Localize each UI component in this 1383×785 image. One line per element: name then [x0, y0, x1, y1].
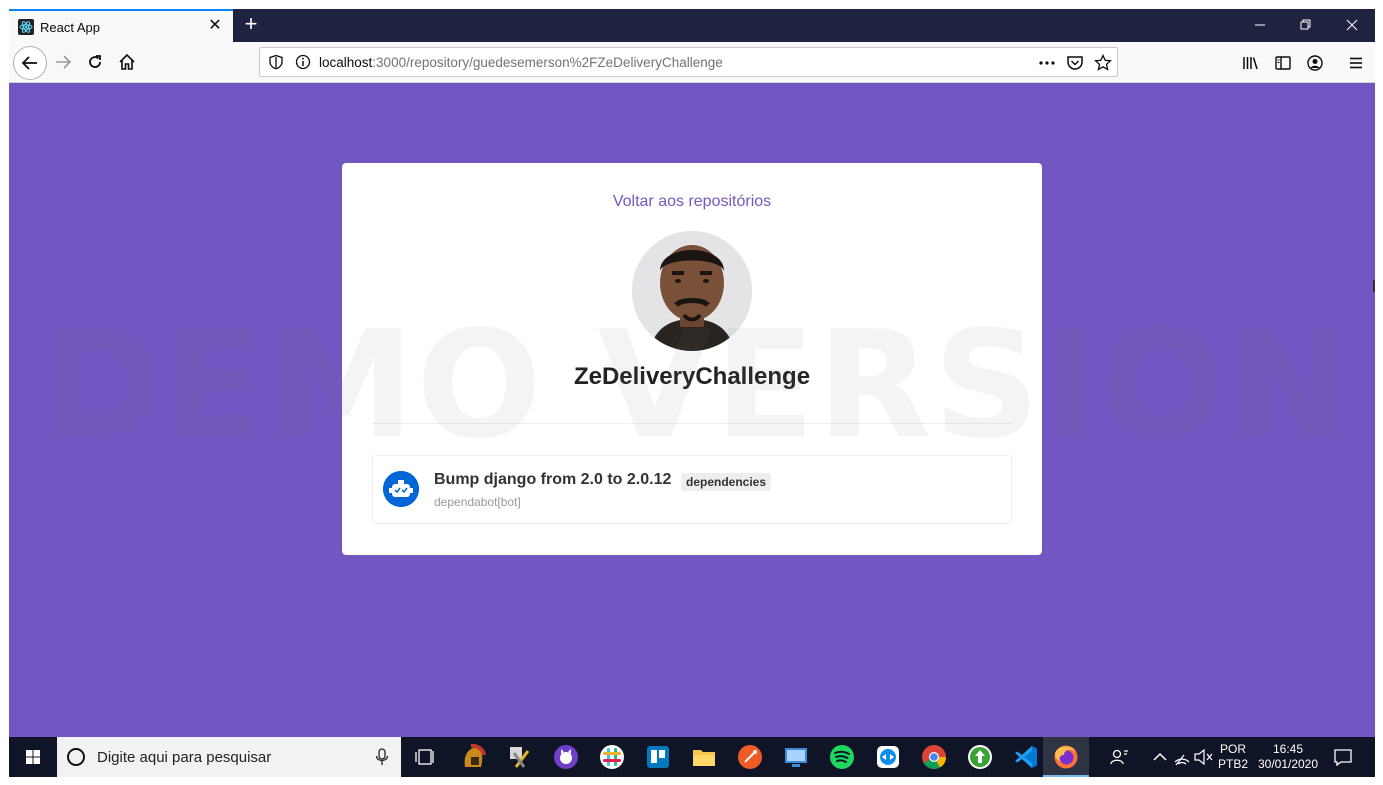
demo-watermark: DEMO VERSION [39, 299, 1353, 471]
action-center-icon[interactable] [1329, 743, 1357, 771]
issue-author-avatar [383, 471, 419, 507]
tab-title: React App [40, 20, 100, 35]
taskbar-firefox-active[interactable] [1043, 737, 1089, 777]
scrollbar-tick [1373, 280, 1375, 292]
firefox-icon [1054, 745, 1078, 769]
input-language[interactable]: POR PTB2 [1216, 742, 1250, 772]
close-tab-icon[interactable]: ✕ [207, 18, 223, 34]
clock[interactable]: 16:45 30/01/2020 [1255, 742, 1321, 772]
clock-time: 16:45 [1272, 742, 1304, 756]
bookmark-star-icon[interactable] [1094, 54, 1112, 72]
screen: React App ✕ + localhost:3000/repository/… [9, 9, 1375, 777]
taskbar-search-box[interactable]: Digite aqui para pesquisar [57, 737, 401, 777]
teamviewer-icon[interactable] [874, 743, 902, 771]
vscode-icon[interactable] [1012, 743, 1040, 771]
reload-button[interactable] [81, 48, 109, 76]
microphone-icon[interactable] [375, 748, 389, 766]
close-icon [1346, 19, 1358, 31]
remote-desktop-icon[interactable] [782, 743, 810, 771]
start-button[interactable] [9, 737, 57, 777]
postman-icon[interactable] [736, 743, 764, 771]
tools-app-icon[interactable] [506, 743, 534, 771]
minimize-button[interactable] [1237, 9, 1283, 42]
spartan-helmet-app-icon[interactable] [459, 743, 487, 771]
home-button[interactable] [113, 48, 141, 76]
search-placeholder: Digite aqui para pesquisar [97, 749, 272, 766]
back-to-repositories-link[interactable]: Voltar aos repositórios [342, 193, 1042, 211]
issue-label-badge: dependencies [681, 473, 772, 491]
people-icon[interactable] [1106, 743, 1134, 771]
shield-icon[interactable] [268, 54, 284, 70]
slack-icon[interactable] [598, 743, 626, 771]
arrow-right-icon [56, 55, 72, 69]
spotify-icon[interactable] [828, 743, 856, 771]
sidebar-icon[interactable] [1274, 54, 1292, 72]
restore-icon [1300, 19, 1311, 30]
keyboard-layout: PTB2 [1217, 757, 1248, 771]
cortana-icon [67, 748, 85, 766]
url-host: localhost [319, 55, 373, 70]
url-path: :3000/repository/guedesemerson%2FZeDeliv… [372, 55, 723, 70]
file-explorer-icon[interactable] [690, 743, 718, 771]
close-window-button[interactable] [1329, 9, 1375, 42]
navigation-toolbar: localhost:3000/repository/guedesemerson%… [9, 42, 1375, 83]
volume-muted-icon[interactable] [1189, 743, 1217, 771]
dependabot-icon [383, 471, 419, 507]
new-tab-button[interactable]: + [239, 13, 263, 37]
pocket-icon[interactable] [1066, 54, 1084, 72]
info-icon[interactable] [295, 54, 311, 70]
task-view-icon[interactable] [412, 743, 440, 771]
react-favicon-icon [18, 19, 34, 35]
clock-date: 30/01/2020 [1257, 757, 1319, 771]
address-bar[interactable]: localhost:3000/repository/guedesemerson%… [259, 47, 1118, 77]
minimize-icon [1255, 24, 1265, 26]
arrow-left-icon [21, 56, 37, 70]
issue-title-link[interactable]: Bump django from 2.0 to 2.0.12 [434, 471, 671, 489]
reload-icon [89, 55, 101, 68]
tab-strip: React App ✕ + [9, 9, 1375, 42]
restore-button[interactable] [1283, 9, 1329, 42]
tab-react-app[interactable]: React App ✕ [9, 9, 233, 42]
account-icon[interactable] [1306, 54, 1324, 72]
more-actions-icon[interactable] [1038, 54, 1056, 72]
issue-author: dependabot[bot] [434, 495, 521, 509]
menu-icon[interactable] [1347, 54, 1365, 72]
url-text[interactable]: localhost:3000/repository/guedesemerson%… [319, 55, 723, 70]
forward-button[interactable] [49, 48, 77, 76]
trello-icon[interactable] [644, 743, 672, 771]
home-icon [119, 53, 135, 70]
chrome-icon[interactable] [920, 743, 948, 771]
language-code: POR [1219, 742, 1246, 756]
windows-taskbar: Digite aqui para pesquisar POR PTB2 16:4… [9, 737, 1375, 777]
library-icon[interactable] [1241, 54, 1259, 72]
back-button[interactable] [13, 46, 47, 80]
github-desktop-icon[interactable] [552, 743, 580, 771]
windows-logo-icon [26, 750, 40, 764]
update-app-icon[interactable] [966, 743, 994, 771]
